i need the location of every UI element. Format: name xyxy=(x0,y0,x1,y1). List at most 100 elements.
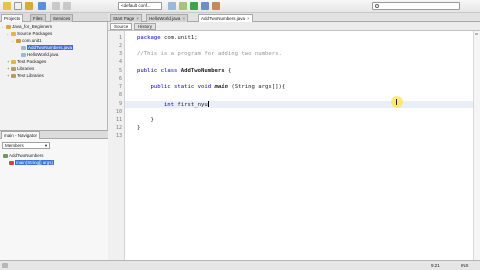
debug-icon[interactable] xyxy=(201,2,209,10)
close-icon[interactable]: × xyxy=(182,16,185,21)
keyword-token: int xyxy=(137,102,175,108)
method-icon xyxy=(9,160,14,165)
line-number: 9 xyxy=(118,101,122,107)
chevron-down-icon: ▼ xyxy=(44,143,48,148)
line-number: 10 xyxy=(115,109,122,115)
line-number: 8 xyxy=(118,92,122,98)
tab-helloworld[interactable]: HelloWorld.java × xyxy=(146,14,189,22)
line-number: 12 xyxy=(115,125,122,131)
line-number: 11 xyxy=(115,117,122,123)
nav-item-main[interactable]: main(String[] args) xyxy=(9,159,55,166)
search-icon xyxy=(375,4,379,8)
tree-item-label: Source Packages xyxy=(17,31,53,36)
search-input[interactable] xyxy=(372,2,460,10)
line-number: 3 xyxy=(118,51,122,57)
projects-tab-row: Projects Files Services xyxy=(0,13,108,22)
main-toolbar: <default conf... xyxy=(0,0,480,13)
tree-item-label: com.unit1 xyxy=(22,38,42,43)
navigator-panel: main - Navigator Members ▼ AddTwoNumbers… xyxy=(0,130,108,260)
tree-item-test-packages[interactable]: + Test Packages xyxy=(7,58,46,65)
code-line-9: int first_nyu xyxy=(137,101,209,108)
editor-toolbar: Source History xyxy=(108,22,480,31)
save-all-icon[interactable] xyxy=(38,2,46,10)
line-number: 13 xyxy=(115,133,122,139)
folder-icon xyxy=(11,59,16,64)
method-name-token: main xyxy=(214,84,228,90)
profile-icon[interactable] xyxy=(212,2,220,10)
keyword-token: class xyxy=(157,68,181,74)
editor-tab-bar: Start Page × HelloWorld.java × AddTwoNumbe… xyxy=(108,13,480,22)
new-project-icon[interactable] xyxy=(3,2,11,10)
library-icon xyxy=(11,73,16,78)
line-number: 2 xyxy=(118,43,122,49)
source-button[interactable]: Source xyxy=(110,23,133,30)
cursor-position: 9:21 xyxy=(431,263,440,268)
tree-item-label: Java_for_Beginners xyxy=(12,24,53,29)
line-number-gutter: 1 2 3 4 5 6 7 8 9 10 11 12 13 xyxy=(108,31,125,260)
close-icon[interactable]: × xyxy=(247,16,250,21)
nav-item-label: main(String[] args) xyxy=(15,160,55,165)
library-icon xyxy=(11,66,16,71)
tree-item-libraries[interactable]: + Libraries xyxy=(7,65,34,72)
tab-addtwonumbers[interactable]: AddTwoNumbers.java × xyxy=(198,14,253,22)
new-file-icon[interactable] xyxy=(14,2,22,10)
members-combo-value: Members xyxy=(5,143,24,148)
nav-item-class[interactable]: AddTwoNumbers xyxy=(3,152,44,159)
line-number: 5 xyxy=(118,68,122,74)
tree-item-source-packages[interactable]: - Source Packages xyxy=(7,30,52,37)
clean-build-icon[interactable] xyxy=(179,2,187,10)
tree-item-label: Test Packages xyxy=(17,59,47,64)
code-token: (String args[]){ xyxy=(227,84,286,90)
text-caret xyxy=(207,101,209,107)
tree-item-label: AddTwoNumbers.java xyxy=(27,45,74,50)
error-stripe-marker[interactable] xyxy=(475,33,478,35)
line-number: 7 xyxy=(118,84,122,90)
error-stripe[interactable] xyxy=(473,31,480,260)
code-line-12: } xyxy=(137,125,141,131)
tree-item-helloworld[interactable]: HelloWorld.java xyxy=(21,51,58,58)
history-button[interactable]: History xyxy=(134,23,157,30)
notification-icon[interactable] xyxy=(2,263,8,268)
line-number: 6 xyxy=(118,76,122,82)
tab-label: Start Page xyxy=(113,16,135,21)
keyword-token: static void xyxy=(170,84,215,90)
tree-item-test-libraries[interactable]: + Test Libraries xyxy=(7,72,44,79)
java-file-icon xyxy=(21,52,26,57)
tree-item-project[interactable]: - Java_for_Beginners xyxy=(2,23,52,30)
code-token: first_nyu xyxy=(174,102,208,108)
code-line-5: public class AddTwoNumbers { xyxy=(137,68,231,74)
redo-icon[interactable] xyxy=(63,2,71,10)
code-line-1: package com.unit1; xyxy=(137,35,198,41)
text-cursor-icon xyxy=(396,99,397,105)
line-number: 4 xyxy=(118,59,122,65)
insert-mode: INS xyxy=(461,263,469,268)
projects-panel: Projects Files Services - Java_for_Beginn… xyxy=(0,13,108,260)
config-combo[interactable]: <default conf... xyxy=(118,2,162,10)
open-project-icon[interactable] xyxy=(25,2,33,10)
code-editor[interactable]: package com.unit1; //This is a program f… xyxy=(125,31,473,260)
tab-projects[interactable]: Projects xyxy=(1,14,24,22)
project-icon xyxy=(6,24,11,29)
tree-item-label: Libraries xyxy=(17,66,35,71)
code-line-11: } xyxy=(137,117,154,123)
tab-services[interactable]: Services xyxy=(50,14,74,22)
nav-item-label: AddTwoNumbers xyxy=(9,153,44,158)
run-icon[interactable] xyxy=(190,2,198,10)
build-icon[interactable] xyxy=(168,2,176,10)
tab-start-page[interactable]: Start Page × xyxy=(110,14,142,22)
members-combo[interactable]: Members ▼ xyxy=(2,142,50,149)
keyword-token: public xyxy=(137,68,158,74)
code-line-3: //This is a program for adding two numbe… xyxy=(137,51,282,57)
close-icon[interactable]: × xyxy=(136,16,139,21)
tree-item-package[interactable]: - com.unit1 xyxy=(12,37,42,44)
code-line-7: public static void main (String args[]){ xyxy=(137,84,285,90)
status-bar: 9:21 INS xyxy=(0,260,480,270)
undo-icon[interactable] xyxy=(52,2,60,10)
tree-item-addtwonumbers[interactable]: AddTwoNumbers.java xyxy=(21,44,74,51)
code-token: com.unit1; xyxy=(160,35,198,41)
navigator-title-bar: main - Navigator xyxy=(0,131,108,139)
keyword-token: public xyxy=(137,84,171,90)
tab-navigator[interactable]: main - Navigator xyxy=(1,131,41,139)
tab-files[interactable]: Files xyxy=(30,14,46,22)
class-icon xyxy=(3,153,8,158)
